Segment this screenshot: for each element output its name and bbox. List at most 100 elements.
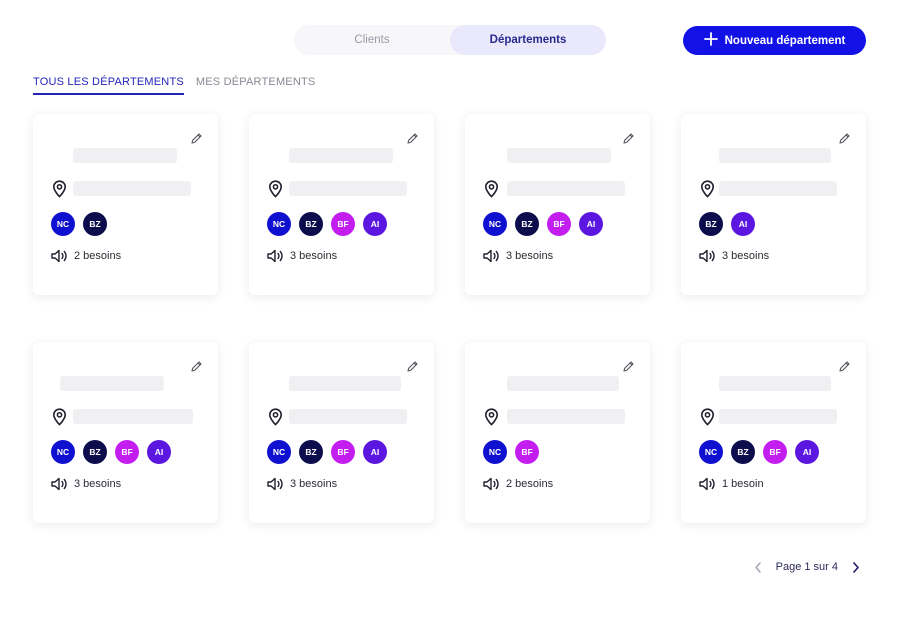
avatar[interactable]: BZ (731, 440, 755, 464)
avatar[interactable]: AI (363, 440, 387, 464)
page-indicator: Page 1 sur 4 (775, 561, 838, 573)
pencil-icon[interactable] (622, 132, 635, 145)
new-department-button[interactable]: Nouveau département (683, 26, 866, 55)
pencil-icon[interactable] (190, 360, 203, 373)
chevron-right-icon[interactable] (850, 561, 862, 573)
needs-summary: 3 besoins (267, 249, 337, 263)
member-avatars: NC BF (483, 440, 539, 464)
avatar[interactable]: NC (51, 212, 75, 236)
avatar[interactable]: BZ (699, 212, 723, 236)
avatar[interactable]: BF (547, 212, 571, 236)
filter-all-departments[interactable]: TOUS LES DÉPARTEMENTS (33, 76, 184, 95)
member-avatars: NC BZ BF AI (483, 212, 603, 236)
map-pin-icon (52, 180, 67, 198)
needs-summary: 2 besoins (483, 477, 553, 491)
needs-count: 3 besoins (290, 250, 338, 262)
plus-icon (703, 32, 718, 49)
new-department-label: Nouveau département (724, 34, 846, 47)
avatar[interactable]: AI (795, 440, 819, 464)
department-address-placeholder (73, 409, 193, 424)
department-card[interactable]: NC BZ BF AI 3 besoins (249, 342, 434, 523)
filter-tabs: TOUS LES DÉPARTEMENTS MES DÉPARTEMENTS (33, 76, 315, 95)
avatar[interactable]: BZ (515, 212, 539, 236)
avatar[interactable]: NC (483, 440, 507, 464)
map-pin-icon (484, 180, 499, 198)
avatar[interactable]: BZ (83, 212, 107, 236)
pencil-icon[interactable] (406, 360, 419, 373)
megaphone-icon (51, 477, 68, 491)
department-name-placeholder (507, 376, 619, 391)
avatar[interactable]: BF (515, 440, 539, 464)
chevron-left-icon[interactable] (752, 561, 764, 573)
pencil-icon[interactable] (838, 132, 851, 145)
needs-summary: 1 besoin (699, 477, 764, 491)
department-card[interactable]: NC BZ BF AI 3 besoins (465, 114, 650, 295)
avatar[interactable]: BF (331, 212, 355, 236)
needs-count: 2 besoins (506, 478, 554, 490)
view-switch: Clients Départements (294, 25, 606, 55)
department-address-placeholder (719, 409, 837, 424)
member-avatars: NC BZ BF AI (267, 212, 387, 236)
department-name-placeholder (289, 148, 393, 163)
needs-summary: 2 besoins (51, 249, 121, 263)
avatar[interactable]: BF (115, 440, 139, 464)
megaphone-icon (51, 249, 68, 263)
needs-count: 3 besoins (722, 250, 770, 262)
department-card[interactable]: BZ AI 3 besoins (681, 114, 866, 295)
needs-summary: 3 besoins (699, 249, 769, 263)
map-pin-icon (700, 180, 715, 198)
megaphone-icon (699, 477, 716, 491)
avatar[interactable]: NC (483, 212, 507, 236)
member-avatars: NC BZ BF AI (699, 440, 819, 464)
pagination: Page 1 sur 4 (752, 561, 862, 573)
pencil-icon[interactable] (838, 360, 851, 373)
megaphone-icon (483, 249, 500, 263)
tab-clients[interactable]: Clients (294, 25, 450, 55)
needs-count: 2 besoins (74, 250, 122, 262)
needs-summary: 3 besoins (51, 477, 121, 491)
avatar[interactable]: NC (699, 440, 723, 464)
avatar[interactable]: BZ (299, 212, 323, 236)
department-name-placeholder (507, 148, 611, 163)
department-card[interactable]: NC BZ 2 besoins (33, 114, 218, 295)
department-address-placeholder (289, 409, 407, 424)
avatar[interactable]: NC (267, 212, 291, 236)
megaphone-icon (267, 477, 284, 491)
avatar[interactable]: AI (731, 212, 755, 236)
filter-my-departments[interactable]: MES DÉPARTEMENTS (196, 76, 316, 95)
department-address-placeholder (507, 181, 625, 196)
department-address-placeholder (719, 181, 837, 196)
map-pin-icon (700, 408, 715, 426)
department-card[interactable]: NC BF 2 besoins (465, 342, 650, 523)
department-card[interactable]: NC BZ BF AI 3 besoins (33, 342, 218, 523)
department-name-placeholder (73, 148, 177, 163)
department-name-placeholder (719, 376, 831, 391)
pencil-icon[interactable] (190, 132, 203, 145)
avatar[interactable]: BZ (299, 440, 323, 464)
department-name-placeholder (60, 376, 164, 391)
member-avatars: NC BZ BF AI (267, 440, 387, 464)
avatar[interactable]: NC (267, 440, 291, 464)
pencil-icon[interactable] (406, 132, 419, 145)
needs-count: 3 besoins (506, 250, 554, 262)
map-pin-icon (484, 408, 499, 426)
tab-departments[interactable]: Départements (450, 25, 606, 55)
avatar[interactable]: AI (147, 440, 171, 464)
needs-count: 3 besoins (74, 478, 122, 490)
pencil-icon[interactable] (622, 360, 635, 373)
avatar[interactable]: NC (51, 440, 75, 464)
department-card[interactable]: NC BZ BF AI 1 besoin (681, 342, 866, 523)
avatar[interactable]: BZ (83, 440, 107, 464)
avatar[interactable]: AI (363, 212, 387, 236)
avatar[interactable]: BF (763, 440, 787, 464)
map-pin-icon (52, 408, 67, 426)
megaphone-icon (699, 249, 716, 263)
needs-count: 1 besoin (722, 478, 764, 490)
megaphone-icon (483, 477, 500, 491)
member-avatars: NC BZ BF AI (51, 440, 171, 464)
member-avatars: NC BZ (51, 212, 107, 236)
megaphone-icon (267, 249, 284, 263)
avatar[interactable]: AI (579, 212, 603, 236)
avatar[interactable]: BF (331, 440, 355, 464)
department-card[interactable]: NC BZ BF AI 3 besoins (249, 114, 434, 295)
